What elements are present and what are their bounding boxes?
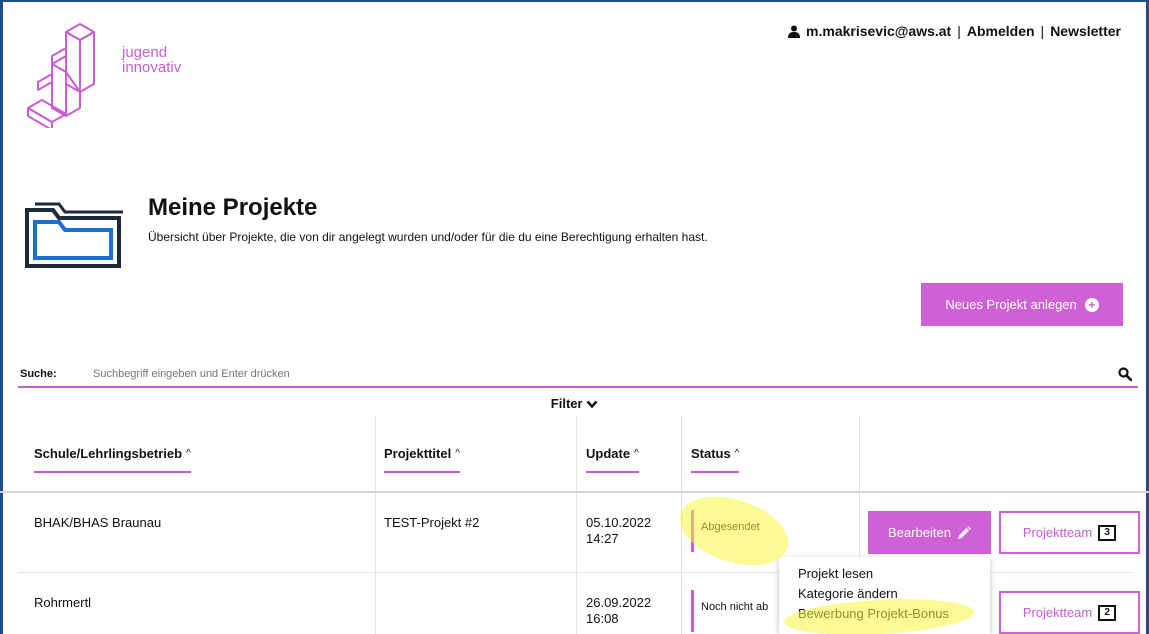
folder-icon: [25, 202, 123, 268]
page-subtitle: Übersicht über Projekte, die von dir ang…: [148, 230, 708, 244]
column-header-status[interactable]: Status ^: [691, 446, 740, 473]
column-header-school[interactable]: Schule/Lehrlingsbetrieb ^: [34, 446, 191, 473]
top-navigation: m.makrisevic@aws.at | Abmelden | Newslet…: [788, 23, 1121, 39]
window-frame-left: [0, 0, 3, 634]
new-project-button[interactable]: Neues Projekt anlegen +: [921, 283, 1123, 326]
logo-line-2: innovativ: [122, 59, 182, 76]
menu-item-change-category[interactable]: Kategorie ändern: [779, 586, 990, 606]
logout-link[interactable]: Abmelden: [967, 23, 1035, 39]
team-count-badge: 3: [1098, 524, 1117, 541]
logo-line-1: jugend: [122, 44, 168, 61]
filter-toggle[interactable]: Filter: [0, 396, 1149, 411]
logo-text: jugend innovativ: [122, 45, 181, 75]
new-project-label: Neues Projekt anlegen: [945, 297, 1077, 312]
update-time-cell: 14:27: [586, 531, 619, 546]
chevron-down-icon: [586, 400, 598, 409]
team-count-badge: 2: [1098, 604, 1117, 621]
window-frame-top: [0, 0, 1149, 2]
search-bar: Suche:: [18, 362, 1138, 388]
project-team-button[interactable]: Projektteam 3: [999, 511, 1140, 554]
column-divider: [681, 416, 682, 634]
update-date-cell: 05.10.2022: [586, 515, 652, 530]
column-header-update[interactable]: Update ^: [586, 446, 639, 473]
edit-dropdown-menu: Projekt lesen Kategorie ändern Bewerbung…: [779, 557, 990, 634]
sort-icon: ^: [455, 448, 460, 459]
nav-separator: |: [957, 23, 961, 39]
newsletter-link[interactable]: Newsletter: [1050, 23, 1121, 39]
column-header-title[interactable]: Projekttitel ^: [384, 446, 460, 473]
edit-button-label: Bearbeiten: [888, 525, 951, 540]
status-indicator: [691, 510, 694, 552]
column-divider: [375, 416, 376, 634]
pencil-icon: [957, 525, 971, 539]
search-icon[interactable]: [1118, 367, 1132, 381]
update-date-cell: 26.09.2022: [586, 595, 652, 610]
status-text: Noch nicht ab: [701, 601, 769, 613]
plus-circle-icon: +: [1084, 297, 1099, 312]
sort-icon: ^: [734, 448, 740, 459]
sort-icon: ^: [186, 448, 191, 459]
page-title: Meine Projekte: [148, 194, 318, 221]
column-header-status-label: Status: [691, 446, 731, 461]
status-indicator: [691, 590, 694, 632]
edit-button[interactable]: Bearbeiten: [868, 511, 991, 554]
status-text: Abgesendet: [701, 521, 760, 533]
project-team-button[interactable]: Projektteam 2: [999, 591, 1140, 634]
search-input[interactable]: [93, 368, 1118, 380]
update-time-cell: 16:08: [586, 611, 619, 626]
column-header-title-label: Projekttitel: [384, 446, 452, 461]
table-header-divider: [0, 491, 1149, 493]
menu-item-read-project[interactable]: Projekt lesen: [779, 566, 990, 586]
project-team-label: Projektteam: [1022, 525, 1093, 540]
filter-label: Filter: [550, 396, 583, 411]
nav-separator: |: [1040, 23, 1045, 39]
school-cell: BHAK/BHAS Braunau: [34, 515, 162, 530]
project-team-label: Projektteam: [1022, 605, 1093, 620]
column-divider: [576, 416, 577, 634]
search-label: Suche:: [20, 368, 57, 380]
menu-item-apply-project-bonus[interactable]: Bewerbung Projekt-Bonus: [779, 606, 990, 626]
user-icon: [788, 25, 801, 38]
user-email-link[interactable]: m.makrisevic@aws.at: [806, 23, 951, 39]
project-title-cell: TEST-Projekt #2: [384, 515, 480, 530]
school-cell: Rohrmertl: [34, 595, 92, 610]
column-header-update-label: Update: [586, 446, 631, 461]
column-header-school-label: Schule/Lehrlingsbetrieb: [34, 446, 183, 461]
sort-icon: ^: [634, 448, 639, 459]
